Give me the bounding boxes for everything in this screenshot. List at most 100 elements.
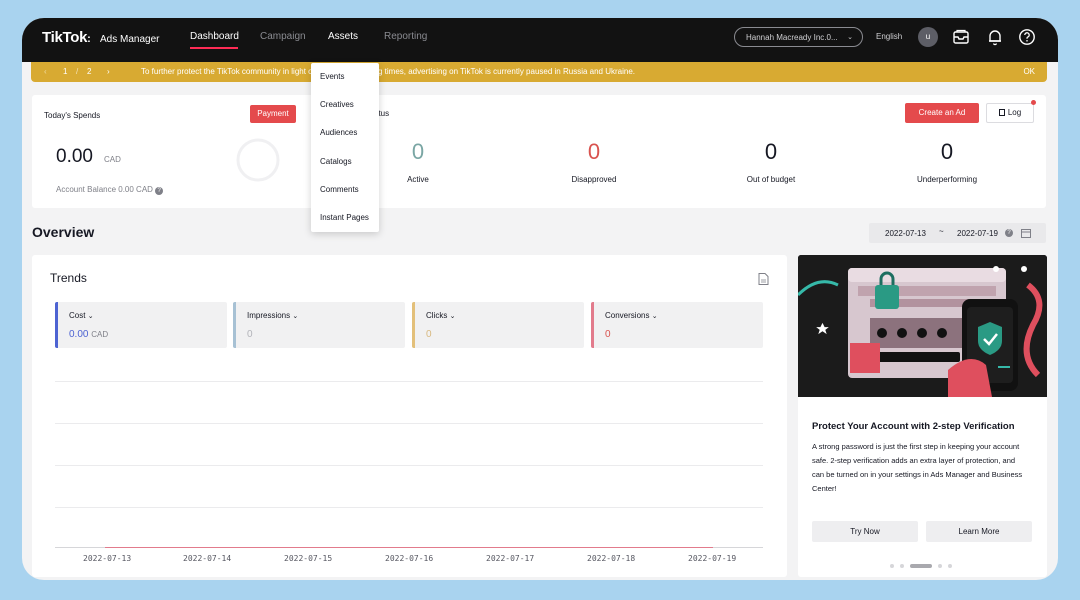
info-icon[interactable]: ? bbox=[155, 187, 164, 195]
account-balance: Account Balance 0.00 CAD ? bbox=[56, 185, 164, 195]
carousel-dot[interactable] bbox=[948, 564, 952, 568]
stat-underperforming[interactable]: 0 Underperforming bbox=[887, 139, 1007, 184]
carousel-dot[interactable] bbox=[938, 564, 942, 568]
banner-page-total: 2 bbox=[87, 67, 92, 76]
account-balance-text: Account Balance 0.00 CAD bbox=[56, 185, 153, 194]
x-tick-label: 2022-07-14 bbox=[183, 554, 232, 563]
ads-manager-label: Ads Manager bbox=[100, 34, 160, 45]
banner-next-icon[interactable]: › bbox=[107, 67, 110, 76]
metric-conversions[interactable]: Conversions ⌄ 0 bbox=[591, 302, 763, 348]
carousel-dot[interactable] bbox=[890, 564, 894, 568]
chart-gridline bbox=[55, 381, 763, 382]
account-name: Hannah Macready Inc.0... bbox=[746, 33, 838, 42]
menu-item-instant-pages[interactable]: Instant Pages bbox=[320, 213, 369, 222]
stat-out-of-budget[interactable]: 0 Out of budget bbox=[711, 139, 831, 184]
chart-gridline bbox=[55, 423, 763, 424]
metric-impressions-value: 0 bbox=[247, 329, 253, 340]
document-icon bbox=[998, 109, 1005, 116]
date-range-picker[interactable]: 2022-07-13 ~ 2022-07-19 ? bbox=[869, 223, 1046, 243]
metric-clicks-value: 0 bbox=[426, 329, 432, 340]
banner-message-end: g times, advertising on TikTok is curren… bbox=[378, 67, 636, 76]
banner-prev-icon[interactable]: ‹ bbox=[44, 67, 47, 76]
spends-currency: CAD bbox=[104, 155, 121, 164]
metric-cost-name: Cost ⌄ bbox=[69, 311, 94, 320]
metric-clicks-name: Clicks ⌄ bbox=[426, 311, 456, 320]
x-tick-label: 2022-07-15 bbox=[284, 554, 333, 563]
chart-gridline bbox=[55, 465, 763, 466]
stat-underperforming-label: Underperforming bbox=[916, 175, 978, 184]
stat-underperforming-value: 0 bbox=[940, 139, 954, 164]
calendar-icon[interactable] bbox=[1021, 228, 1031, 238]
x-tick-label: 2022-07-13 bbox=[83, 554, 132, 563]
export-icon[interactable] bbox=[758, 273, 769, 285]
carousel-dot[interactable] bbox=[900, 564, 904, 568]
log-button-label: Log bbox=[1007, 108, 1022, 117]
app-window: TikTok: Ads Manager Dashboard Campaign A… bbox=[22, 18, 1058, 580]
nav-reporting[interactable]: Reporting bbox=[384, 31, 427, 42]
create-ad-button[interactable]: Create an Ad bbox=[905, 103, 979, 123]
banner-ok-button[interactable]: OK bbox=[1023, 67, 1035, 76]
metric-conversions-name: Conversions ⌄ bbox=[605, 311, 658, 320]
metric-impressions-name: Impressions ⌄ bbox=[247, 311, 299, 320]
date-from: 2022-07-13 bbox=[885, 229, 926, 238]
language-switch[interactable]: English bbox=[876, 32, 902, 41]
security-illustration bbox=[798, 255, 1047, 397]
log-button[interactable]: Log bbox=[986, 103, 1034, 123]
chevron-down-icon: ⌄ bbox=[847, 34, 853, 41]
banner-page-current: 1 bbox=[63, 67, 68, 76]
nav-dashboard[interactable]: Dashboard bbox=[190, 31, 239, 42]
menu-item-creatives[interactable]: Creatives bbox=[320, 100, 354, 109]
notification-dot bbox=[1031, 100, 1036, 105]
try-now-button[interactable]: Try Now bbox=[812, 521, 918, 542]
avatar[interactable]: u bbox=[918, 27, 938, 47]
metric-impressions-color-bar bbox=[233, 302, 236, 348]
menu-item-catalogs[interactable]: Catalogs bbox=[320, 157, 352, 166]
spends-gauge bbox=[236, 138, 280, 182]
chart-series-line bbox=[105, 547, 713, 548]
stat-disapproved-value: 0 bbox=[587, 139, 601, 164]
metric-conversions-value: 0 bbox=[605, 329, 611, 340]
metric-clicks-color-bar bbox=[412, 302, 415, 348]
stat-out-of-budget-value: 0 bbox=[764, 139, 778, 164]
menu-item-events[interactable]: Events bbox=[320, 72, 344, 81]
metric-cost-value: 0.00 CAD bbox=[69, 329, 109, 340]
carousel-dot-active[interactable] bbox=[910, 564, 932, 568]
trends-title: Trends bbox=[50, 271, 87, 285]
banner-page-separator: / bbox=[76, 67, 79, 76]
nav-active-underline bbox=[190, 47, 238, 49]
promo-body: A strong password is just the first step… bbox=[812, 442, 1023, 493]
learn-more-button[interactable]: Learn More bbox=[926, 521, 1032, 542]
banner-message-start: To further protect the TikTok community … bbox=[141, 67, 313, 76]
stat-out-of-budget-label: Out of budget bbox=[746, 175, 796, 184]
overview-heading: Overview bbox=[32, 224, 95, 240]
x-tick-label: 2022-07-19 bbox=[688, 554, 737, 563]
inbox-icon[interactable] bbox=[952, 28, 970, 46]
date-to: 2022-07-19 bbox=[957, 229, 998, 238]
account-selector[interactable]: Hannah Macready Inc.0... ⌄ bbox=[734, 27, 863, 47]
stat-disapproved-label: Disapproved bbox=[571, 175, 617, 184]
x-tick-label: 2022-07-17 bbox=[486, 554, 535, 563]
nav-assets[interactable]: Assets bbox=[328, 31, 358, 42]
spends-amount: 0.00 bbox=[56, 146, 93, 167]
promo-title: Protect Your Account with 2-step Verific… bbox=[812, 421, 1015, 432]
metric-cost[interactable]: Cost ⌄ 0.00 CAD bbox=[55, 302, 227, 348]
metric-cost-color-bar bbox=[55, 302, 58, 348]
x-tick-label: 2022-07-18 bbox=[587, 554, 636, 563]
spends-title: Today's Spends bbox=[44, 111, 101, 120]
help-circle-icon[interactable]: ? bbox=[1005, 229, 1013, 237]
help-icon[interactable] bbox=[1018, 28, 1036, 46]
metric-impressions[interactable]: Impressions ⌄ 0 bbox=[233, 302, 405, 348]
chart-gridline bbox=[55, 507, 763, 508]
x-tick-label: 2022-07-16 bbox=[385, 554, 434, 563]
bell-icon[interactable] bbox=[986, 28, 1004, 46]
nav-campaign[interactable]: Campaign bbox=[260, 31, 306, 42]
metric-clicks[interactable]: Clicks ⌄ 0 bbox=[412, 302, 584, 348]
stat-disapproved[interactable]: 0 Disapproved bbox=[534, 139, 654, 184]
date-separator: ~ bbox=[939, 227, 944, 236]
metric-conversions-color-bar bbox=[591, 302, 594, 348]
menu-item-audiences[interactable]: Audiences bbox=[320, 128, 357, 137]
menu-item-comments[interactable]: Comments bbox=[320, 185, 359, 194]
top-navigation-bar: TikTok: Ads Manager Dashboard Campaign A… bbox=[22, 18, 1058, 62]
tiktok-logo[interactable]: TikTok: bbox=[42, 29, 91, 46]
payment-button[interactable]: Payment bbox=[250, 105, 296, 123]
